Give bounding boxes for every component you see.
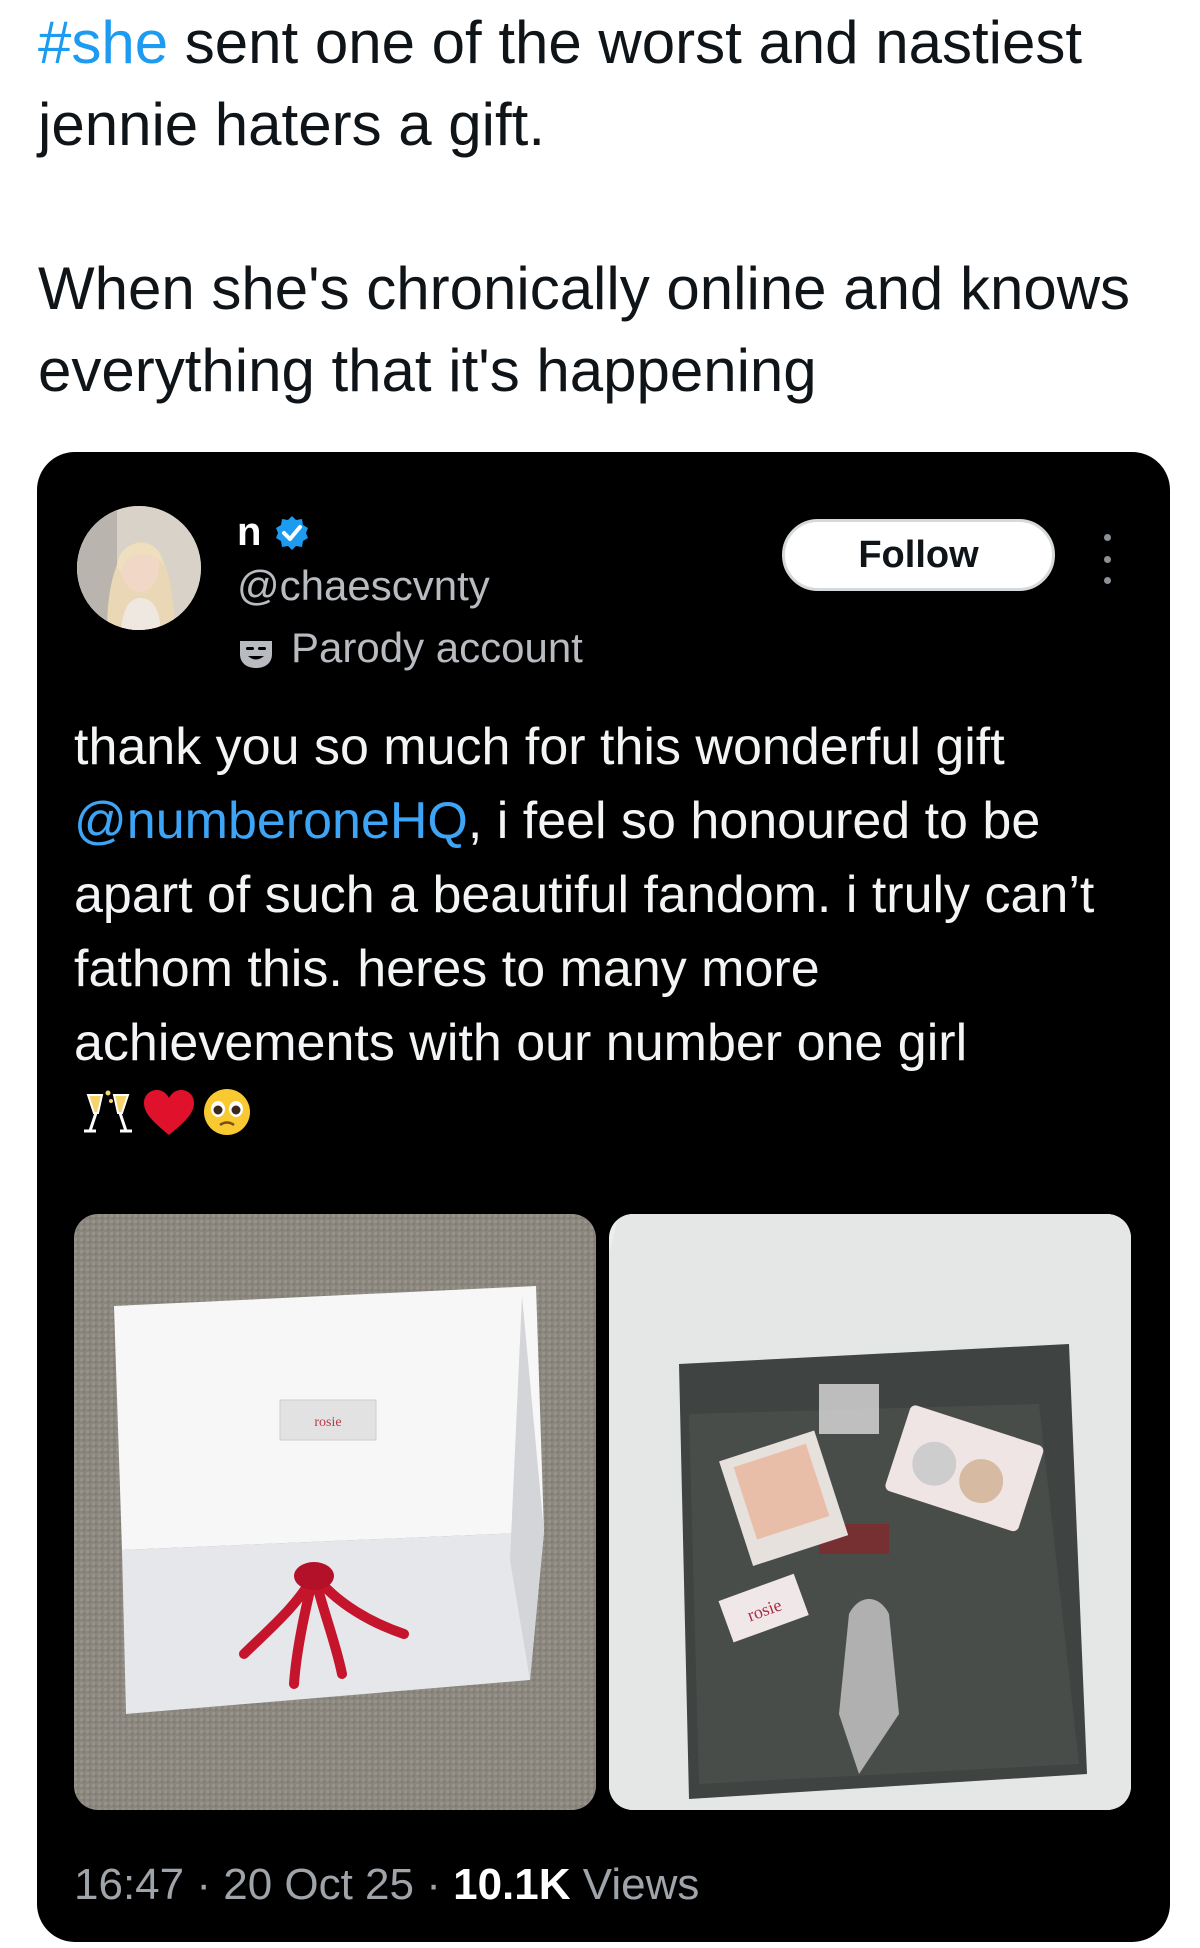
separator: · [414,1860,454,1909]
caption-line-1: sent one of the worst and nastiest jenni… [38,9,1082,158]
tweet-metadata: 16:47 · 20 Oct 25 · 10.1K Views [74,1860,699,1910]
follow-button[interactable]: Follow [782,519,1055,591]
box-label: rosie [314,1415,341,1430]
tweet-date[interactable]: 20 Oct 25 [223,1860,414,1909]
user-handle[interactable]: @chaescvnty [237,562,490,610]
tweet-text: thank you so much for this wonderful gif… [74,710,1134,1157]
views-label: Views [582,1860,700,1909]
mention-link[interactable]: @numberoneHQ [74,792,468,850]
avatar[interactable] [77,506,201,630]
theater-mask-icon [237,632,275,668]
post-caption: #she sent one of the worst and nastiest … [38,2,1168,412]
heart-icon [142,1083,196,1157]
parody-label-text: Parody account [291,624,583,671]
caption-line-2: When she's chronically online and knows … [38,255,1131,404]
hashtag-link[interactable]: #she [38,9,168,76]
pleading-face-icon [202,1083,252,1157]
verified-badge-icon [273,514,311,552]
more-options-icon[interactable] [1097,534,1117,584]
photo-merch-bag[interactable]: rosie [609,1214,1131,1810]
tweet-text-start: thank you so much for this wonderful gif… [74,718,1005,776]
photo-gift-box[interactable]: rosie [74,1214,596,1810]
champagne-icon [80,1083,136,1157]
tweet-time[interactable]: 16:47 [74,1860,184,1909]
separator: · [184,1860,224,1909]
emoji-group [80,1083,252,1157]
embedded-tweet-card[interactable]: n @chaescvnty Parody account Follow than… [37,452,1170,1942]
parody-account-label: Parody account [237,624,583,672]
views-count: 10.1K [453,1860,571,1909]
display-name[interactable]: n [237,510,261,555]
display-name-row: n [237,510,311,555]
